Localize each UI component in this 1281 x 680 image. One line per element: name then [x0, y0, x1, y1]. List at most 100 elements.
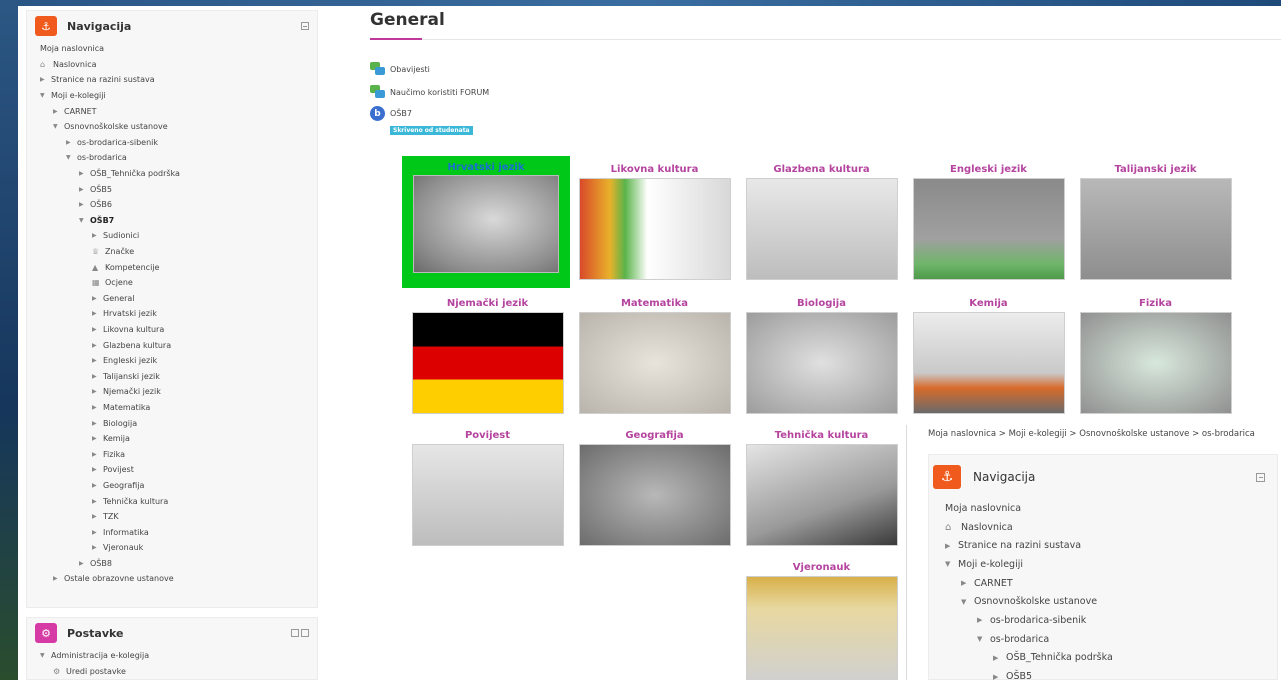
- tile-picture[interactable]: [745, 178, 898, 280]
- settings-block-controls[interactable]: [291, 629, 309, 637]
- nav-item-label[interactable]: OŠB6: [90, 200, 112, 209]
- tile-picture[interactable]: [578, 444, 731, 546]
- nav-item[interactable]: ▶ Talijanski jezik: [40, 368, 317, 384]
- nav-item[interactable]: ▶ OŠB_Tehnička podrška: [945, 649, 1277, 668]
- collapsed-arrow-icon[interactable]: ▶: [92, 342, 100, 349]
- expanded-arrow-icon[interactable]: ▼: [66, 154, 74, 161]
- nav-item[interactable]: ⌂ Naslovnica: [40, 57, 317, 73]
- nav-item-label[interactable]: Tehnička kultura: [103, 497, 168, 506]
- nav-item-label[interactable]: Fizika: [103, 450, 125, 459]
- tile-picture[interactable]: [745, 444, 898, 546]
- activity-label[interactable]: Naučimo koristiti FORUM: [390, 88, 489, 97]
- collapsed-arrow-icon[interactable]: ▶: [92, 388, 100, 395]
- nav-item[interactable]: ▶ Biologija: [40, 415, 317, 431]
- collapsed-arrow-icon[interactable]: ▶: [92, 420, 100, 427]
- nav-item[interactable]: ▼ Osnovnoškolske ustanove: [945, 592, 1277, 611]
- nav-item-label[interactable]: CARNET: [974, 578, 1013, 589]
- nav-item-label[interactable]: OŠB5: [90, 185, 112, 194]
- activity-announcements[interactable]: Obavijesti: [370, 62, 430, 77]
- collapsed-arrow-icon[interactable]: ▶: [79, 560, 87, 567]
- nav-item-label[interactable]: Vjeronauk: [103, 543, 143, 552]
- course-section-tile[interactable]: Geografija: [577, 428, 732, 546]
- collapsed-arrow-icon[interactable]: ▶: [945, 542, 955, 550]
- collapse-block-button[interactable]: [1256, 472, 1265, 482]
- tile-picture[interactable]: [411, 312, 564, 414]
- collapsed-arrow-icon[interactable]: ▶: [92, 513, 100, 520]
- course-section-tile[interactable]: Njemački jezik: [410, 296, 565, 414]
- tile-picture[interactable]: [411, 444, 564, 546]
- tile-picture[interactable]: [1079, 312, 1232, 414]
- nav-item[interactable]: ▼ os-brodarica: [40, 150, 317, 166]
- tile-picture[interactable]: [413, 175, 559, 273]
- collapsed-arrow-icon[interactable]: ▶: [92, 435, 100, 442]
- expanded-arrow-icon[interactable]: ▼: [53, 123, 61, 130]
- tile-label[interactable]: Vjeronauk: [744, 560, 899, 576]
- collapsed-arrow-icon[interactable]: ▶: [66, 139, 74, 146]
- nav-item-label[interactable]: Uredi postavke: [66, 667, 126, 676]
- dock-block-icon[interactable]: [291, 629, 299, 637]
- collapsed-arrow-icon[interactable]: ▶: [79, 170, 87, 177]
- collapse-block-icon[interactable]: [301, 629, 309, 637]
- collapsed-arrow-icon[interactable]: ▶: [79, 186, 87, 193]
- course-section-tile[interactable]: Talijanski jezik: [1078, 162, 1233, 280]
- nav-item[interactable]: ▶ OŠB8: [40, 556, 317, 572]
- collapsed-arrow-icon[interactable]: ▶: [92, 498, 100, 505]
- nav-item-label[interactable]: Osnovnoškolske ustanove: [974, 596, 1097, 607]
- nav-item[interactable]: ⌂ Naslovnica: [945, 518, 1277, 537]
- nav-item[interactable]: ▶ OŠB5: [945, 667, 1277, 680]
- nav-item-label[interactable]: Naslovnica: [53, 60, 97, 69]
- collapsed-arrow-icon[interactable]: ▶: [92, 482, 100, 489]
- nav-item-label[interactable]: Kemija: [103, 434, 130, 443]
- course-section-tile[interactable]: Biologija: [744, 296, 899, 414]
- tile-label[interactable]: Engleski jezik: [911, 162, 1066, 178]
- nav-item[interactable]: ▶ Ostale obrazovne ustanove: [40, 571, 317, 587]
- collapsed-arrow-icon[interactable]: ▶: [40, 76, 48, 83]
- collapsed-arrow-icon[interactable]: ▶: [92, 466, 100, 473]
- nav-item-label[interactable]: Talijanski jezik: [103, 372, 160, 381]
- course-section-tile[interactable]: Glazbena kultura: [744, 162, 899, 280]
- nav-item-label[interactable]: Matematika: [103, 403, 150, 412]
- nav-item[interactable]: ▶ Glazbena kultura: [40, 337, 317, 353]
- nav-item[interactable]: ▶ Sudionici: [40, 228, 317, 244]
- collapsed-arrow-icon[interactable]: ▶: [92, 451, 100, 458]
- nav-item-label[interactable]: Sudionici: [103, 231, 139, 240]
- collapsed-arrow-icon[interactable]: ▶: [92, 373, 100, 380]
- nav-item-label[interactable]: os-brodarica-sibenik: [77, 138, 158, 147]
- nav-item[interactable]: ▶ Matematika: [40, 400, 317, 416]
- nav-item-label[interactable]: Moja naslovnica: [945, 503, 1021, 514]
- nav-item-label[interactable]: General: [103, 294, 135, 303]
- collapsed-arrow-icon[interactable]: ▶: [92, 310, 100, 317]
- breadcrumb[interactable]: Moja naslovnica > Moji e-kolegiji > Osno…: [928, 429, 1281, 439]
- nav-item[interactable]: ▶ Njemački jezik: [40, 384, 317, 400]
- nav-item-label[interactable]: Stranice na razini sustava: [51, 75, 155, 84]
- tile-label[interactable]: Matematika: [577, 296, 732, 312]
- nav-item[interactable]: ▶ os-brodarica-sibenik: [40, 135, 317, 151]
- tile-label[interactable]: Hrvatski jezik: [407, 161, 565, 175]
- tile-picture[interactable]: [912, 178, 1065, 280]
- nav-item-label[interactable]: Njemački jezik: [103, 387, 161, 396]
- nav-item-label[interactable]: OŠB7: [90, 216, 114, 225]
- nav-item-label[interactable]: Informatika: [103, 528, 149, 537]
- nav-item-label[interactable]: OŠB8: [90, 559, 112, 568]
- nav-item[interactable]: ▶ Povijest: [40, 462, 317, 478]
- nav-item[interactable]: ⚙ Uredi postavke: [40, 664, 317, 680]
- nav-item[interactable]: ▶ Fizika: [40, 446, 317, 462]
- tile-picture[interactable]: [578, 178, 731, 280]
- course-section-tile[interactable]: Kemija: [911, 296, 1066, 414]
- nav-item[interactable]: ▼ Moji e-kolegiji: [40, 88, 317, 104]
- nav-item-label[interactable]: Moja naslovnica: [40, 44, 104, 53]
- nav-item-label[interactable]: os-brodarica: [77, 153, 127, 162]
- tile-label[interactable]: Njemački jezik: [410, 296, 565, 312]
- expanded-arrow-icon[interactable]: ▼: [945, 560, 955, 568]
- collapsed-arrow-icon[interactable]: ▶: [993, 673, 1003, 680]
- nav-item[interactable]: ▼ Osnovnoškolske ustanove: [40, 119, 317, 135]
- nav-item-label[interactable]: Biologija: [103, 419, 137, 428]
- tile-label[interactable]: Geografija: [577, 428, 732, 444]
- course-section-tile[interactable]: Engleski jezik: [911, 162, 1066, 280]
- nav-item[interactable]: ▶ Likovna kultura: [40, 322, 317, 338]
- nav-item[interactable]: ▶ CARNET: [945, 574, 1277, 593]
- nav-item[interactable]: Moja naslovnica: [40, 41, 317, 57]
- nav-item-label[interactable]: Administracija e-kolegija: [51, 651, 149, 660]
- collapsed-arrow-icon[interactable]: ▶: [961, 579, 971, 587]
- collapsed-arrow-icon[interactable]: ▶: [92, 295, 100, 302]
